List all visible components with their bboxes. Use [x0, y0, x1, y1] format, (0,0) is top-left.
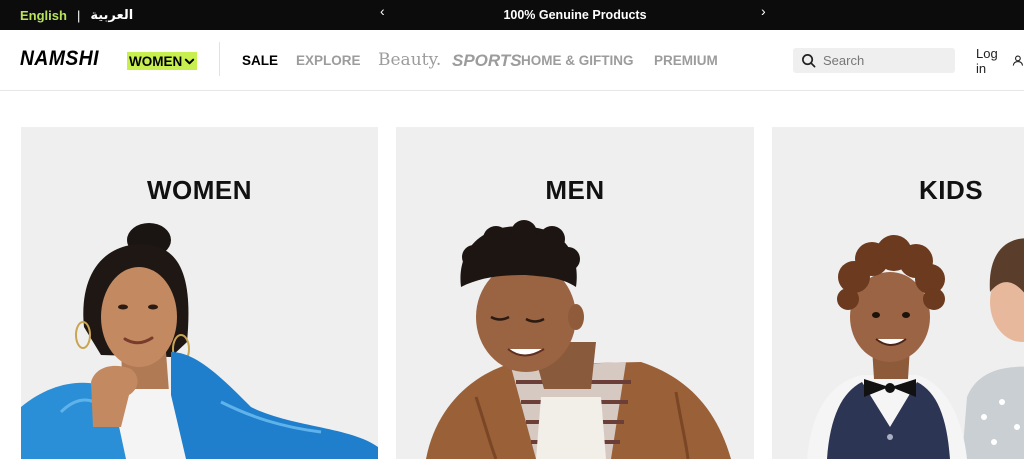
announcement-text: 100% Genuine Products	[503, 8, 647, 22]
announcement-bar: English | العربية ‹ 100% Genuine Product…	[0, 0, 1024, 30]
announcement-next-button[interactable]: ›	[761, 3, 766, 19]
gender-selector-dropdown[interactable]: WOMEN	[127, 52, 198, 70]
login-label: Log in	[976, 45, 998, 76]
language-arabic-link[interactable]: العربية	[90, 8, 133, 23]
nav-premium[interactable]: PREMIUM	[654, 30, 718, 91]
nav-home-gifting[interactable]: HOME & GIFTING	[521, 30, 634, 91]
search-box[interactable]	[793, 48, 955, 73]
category-title-kids: KIDS	[918, 175, 984, 205]
language-english-link[interactable]: English	[20, 8, 67, 23]
language-switcher: English | العربية	[20, 0, 133, 30]
announcement-prev-button[interactable]: ‹	[380, 3, 385, 19]
nav-explore[interactable]: EXPLORE	[296, 30, 361, 91]
category-title-women: WOMEN	[146, 175, 253, 205]
login-button[interactable]: Log in	[976, 30, 1024, 91]
header-divider	[219, 42, 220, 76]
nav-sale[interactable]: SALE	[242, 30, 278, 91]
nav-beauty[interactable]: Beauty.	[378, 30, 441, 91]
namshi-logo[interactable]: NAMSHI	[20, 47, 99, 71]
category-card-kids[interactable]: KIDS	[772, 127, 1024, 459]
main-header: NAMSHI WOMEN SALE EXPLORE Beauty. SPORTS…	[0, 30, 1024, 91]
language-separator: |	[76, 7, 81, 23]
category-card-men[interactable]: MEN	[396, 127, 754, 459]
category-title-men: MEN	[545, 175, 605, 205]
user-icon	[1012, 55, 1024, 66]
search-input[interactable]	[823, 53, 943, 68]
search-icon	[802, 54, 816, 68]
nav-sports[interactable]: SPORTS	[452, 30, 522, 91]
gender-selector-label: WOMEN	[129, 53, 183, 69]
category-card-women[interactable]: WOMEN	[21, 127, 378, 459]
chevron-down-icon	[185, 58, 195, 64]
